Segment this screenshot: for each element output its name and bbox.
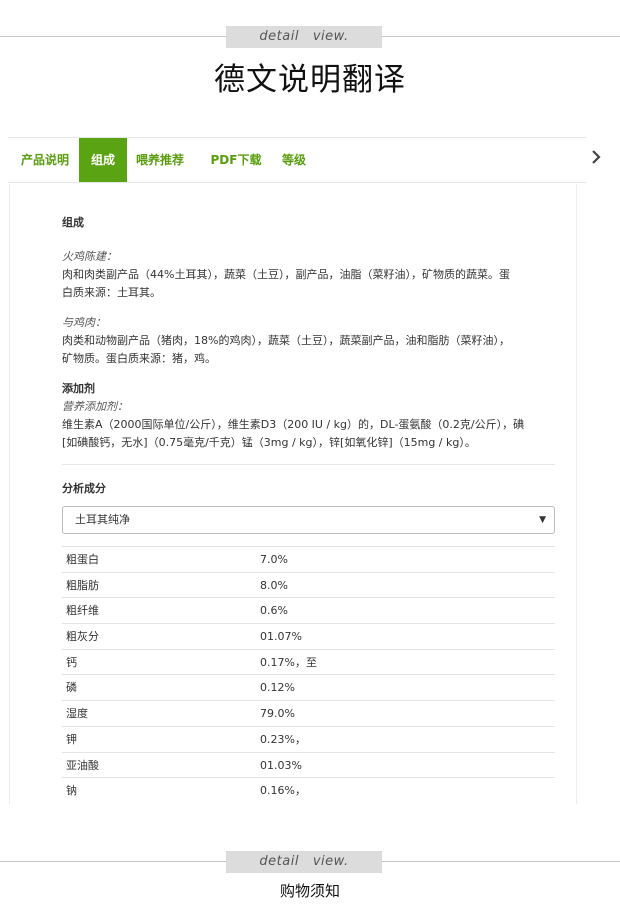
nutrient-value: 0.12%: [260, 681, 295, 695]
analysis-table: 粗蛋白 7.0% 粗脂肪 8.0% 粗纤维 0.6% 粗灰分 01.07% 钙 …: [62, 546, 555, 803]
analysis-heading: 分析成分: [62, 482, 106, 495]
nutrient-value: 8.0%: [260, 578, 288, 592]
table-row: 粗纤维 0.6%: [62, 597, 555, 623]
nutrient-name: 钠: [66, 784, 77, 798]
detail-view-banner-bottom: detail view.: [0, 851, 620, 873]
tab-grade[interactable]: 等级: [274, 138, 314, 182]
table-row: 钠 0.16%，: [62, 777, 555, 803]
nutrient-value: 0.6%: [260, 604, 288, 618]
table-row: 粗蛋白 7.0%: [62, 546, 555, 572]
additives-text-1: 维生素A（2000国际单位/公斤），维生素D3（200 IU / kg）的，DL…: [62, 418, 525, 431]
tab-feeding-recommendation[interactable]: 喂养推荐: [132, 138, 188, 182]
nutrient-value: 0.23%，: [260, 732, 306, 746]
tab-product-description[interactable]: 产品说明: [12, 138, 78, 182]
tab-bar: 产品说明 组成 喂养推荐 PDF下载 等级: [8, 137, 586, 183]
nutrient-value: 0.16%，: [260, 784, 306, 798]
composition-panel: 组成 火鸡陈建： 肉和肉类副产品（44%土耳其），蔬菜（土豆），副产品，油脂（菜…: [9, 184, 577, 804]
banner-label: detail view.: [226, 851, 382, 873]
table-row: 粗灰分 01.07%: [62, 623, 555, 649]
additives-heading: 添加剂: [62, 382, 95, 395]
additives-label: 营养添加剂：: [62, 400, 128, 413]
banner-label: detail view.: [226, 26, 382, 48]
nutrient-value: 0.17%，至: [260, 655, 317, 669]
table-row: 亚油酸 01.03%: [62, 751, 555, 778]
variant-select[interactable]: 土耳其纯净 ▼: [62, 506, 555, 534]
nutrient-name: 钾: [66, 732, 77, 746]
table-row: 钾 0.23%，: [62, 725, 555, 752]
page-title: 德文说明翻译: [214, 62, 406, 98]
table-row: 钙 0.17%，至: [62, 648, 555, 675]
turkey-text-1: 肉和肉类副产品（44%土耳其），蔬菜（土豆），副产品，油脂（菜籽油），矿物质的蔬…: [62, 268, 510, 281]
nutrient-name: 磷: [66, 681, 77, 695]
nutrient-value: 7.0%: [260, 553, 288, 566]
select-value: 土耳其纯净: [75, 513, 130, 526]
nutrient-name: 亚油酸: [66, 758, 99, 772]
table-row: 粗脂肪 8.0%: [62, 571, 555, 598]
turkey-text-2: 白质来源：土耳其。: [62, 286, 161, 299]
caret-down-icon: ▼: [539, 515, 546, 525]
tab-pdf-download[interactable]: PDF下载: [204, 138, 268, 182]
chevron-right-icon[interactable]: [591, 150, 603, 168]
nutrient-name: 粗脂肪: [66, 578, 99, 592]
chicken-label: 与鸡肉：: [62, 316, 106, 329]
detail-view-banner-top: detail view.: [0, 26, 620, 48]
nutrient-name: 粗纤维: [66, 604, 99, 618]
turkey-section: 火鸡陈建： 肉和肉类副产品（44%土耳其），蔬菜（土豆），副产品，油脂（菜籽油）…: [62, 248, 555, 302]
turkey-label: 火鸡陈建：: [62, 250, 117, 263]
chicken-text-2: 矿物质。蛋白质来源：猪，鸡。: [62, 352, 216, 365]
tab-composition[interactable]: 组成: [79, 138, 127, 182]
composition-heading: 组成: [62, 216, 84, 229]
additives-text-2: [如碘酸钙，无水]（0.75毫克/千克）锰（3mg / kg），锌[如氧化锌]（…: [62, 436, 476, 449]
shopping-notice-title: 购物须知: [279, 882, 340, 900]
nutrient-value: 01.03%: [260, 758, 302, 772]
chicken-section: 与鸡肉： 肉类和动物副产品（猪肉，18%的鸡肉），蔬菜（土豆），蔬菜副产品，油和…: [62, 314, 555, 368]
chicken-text-1: 肉类和动物副产品（猪肉，18%的鸡肉），蔬菜（土豆），蔬菜副产品，油和脂肪（菜籽…: [62, 334, 510, 347]
nutrient-value: 01.07%: [260, 630, 302, 644]
nutrient-name: 湿度: [66, 707, 88, 721]
nutrient-value: 79.0%: [260, 707, 295, 721]
section-divider: [62, 464, 555, 465]
table-row: 湿度 79.0%: [62, 700, 555, 726]
nutrient-name: 粗灰分: [66, 630, 99, 644]
table-row: 磷 0.12%: [62, 674, 555, 700]
nutrient-name: 钙: [66, 655, 77, 669]
additives-section: 添加剂 营养添加剂： 维生素A（2000国际单位/公斤），维生素D3（200 I…: [62, 380, 555, 452]
nutrient-name: 粗蛋白: [66, 553, 99, 566]
